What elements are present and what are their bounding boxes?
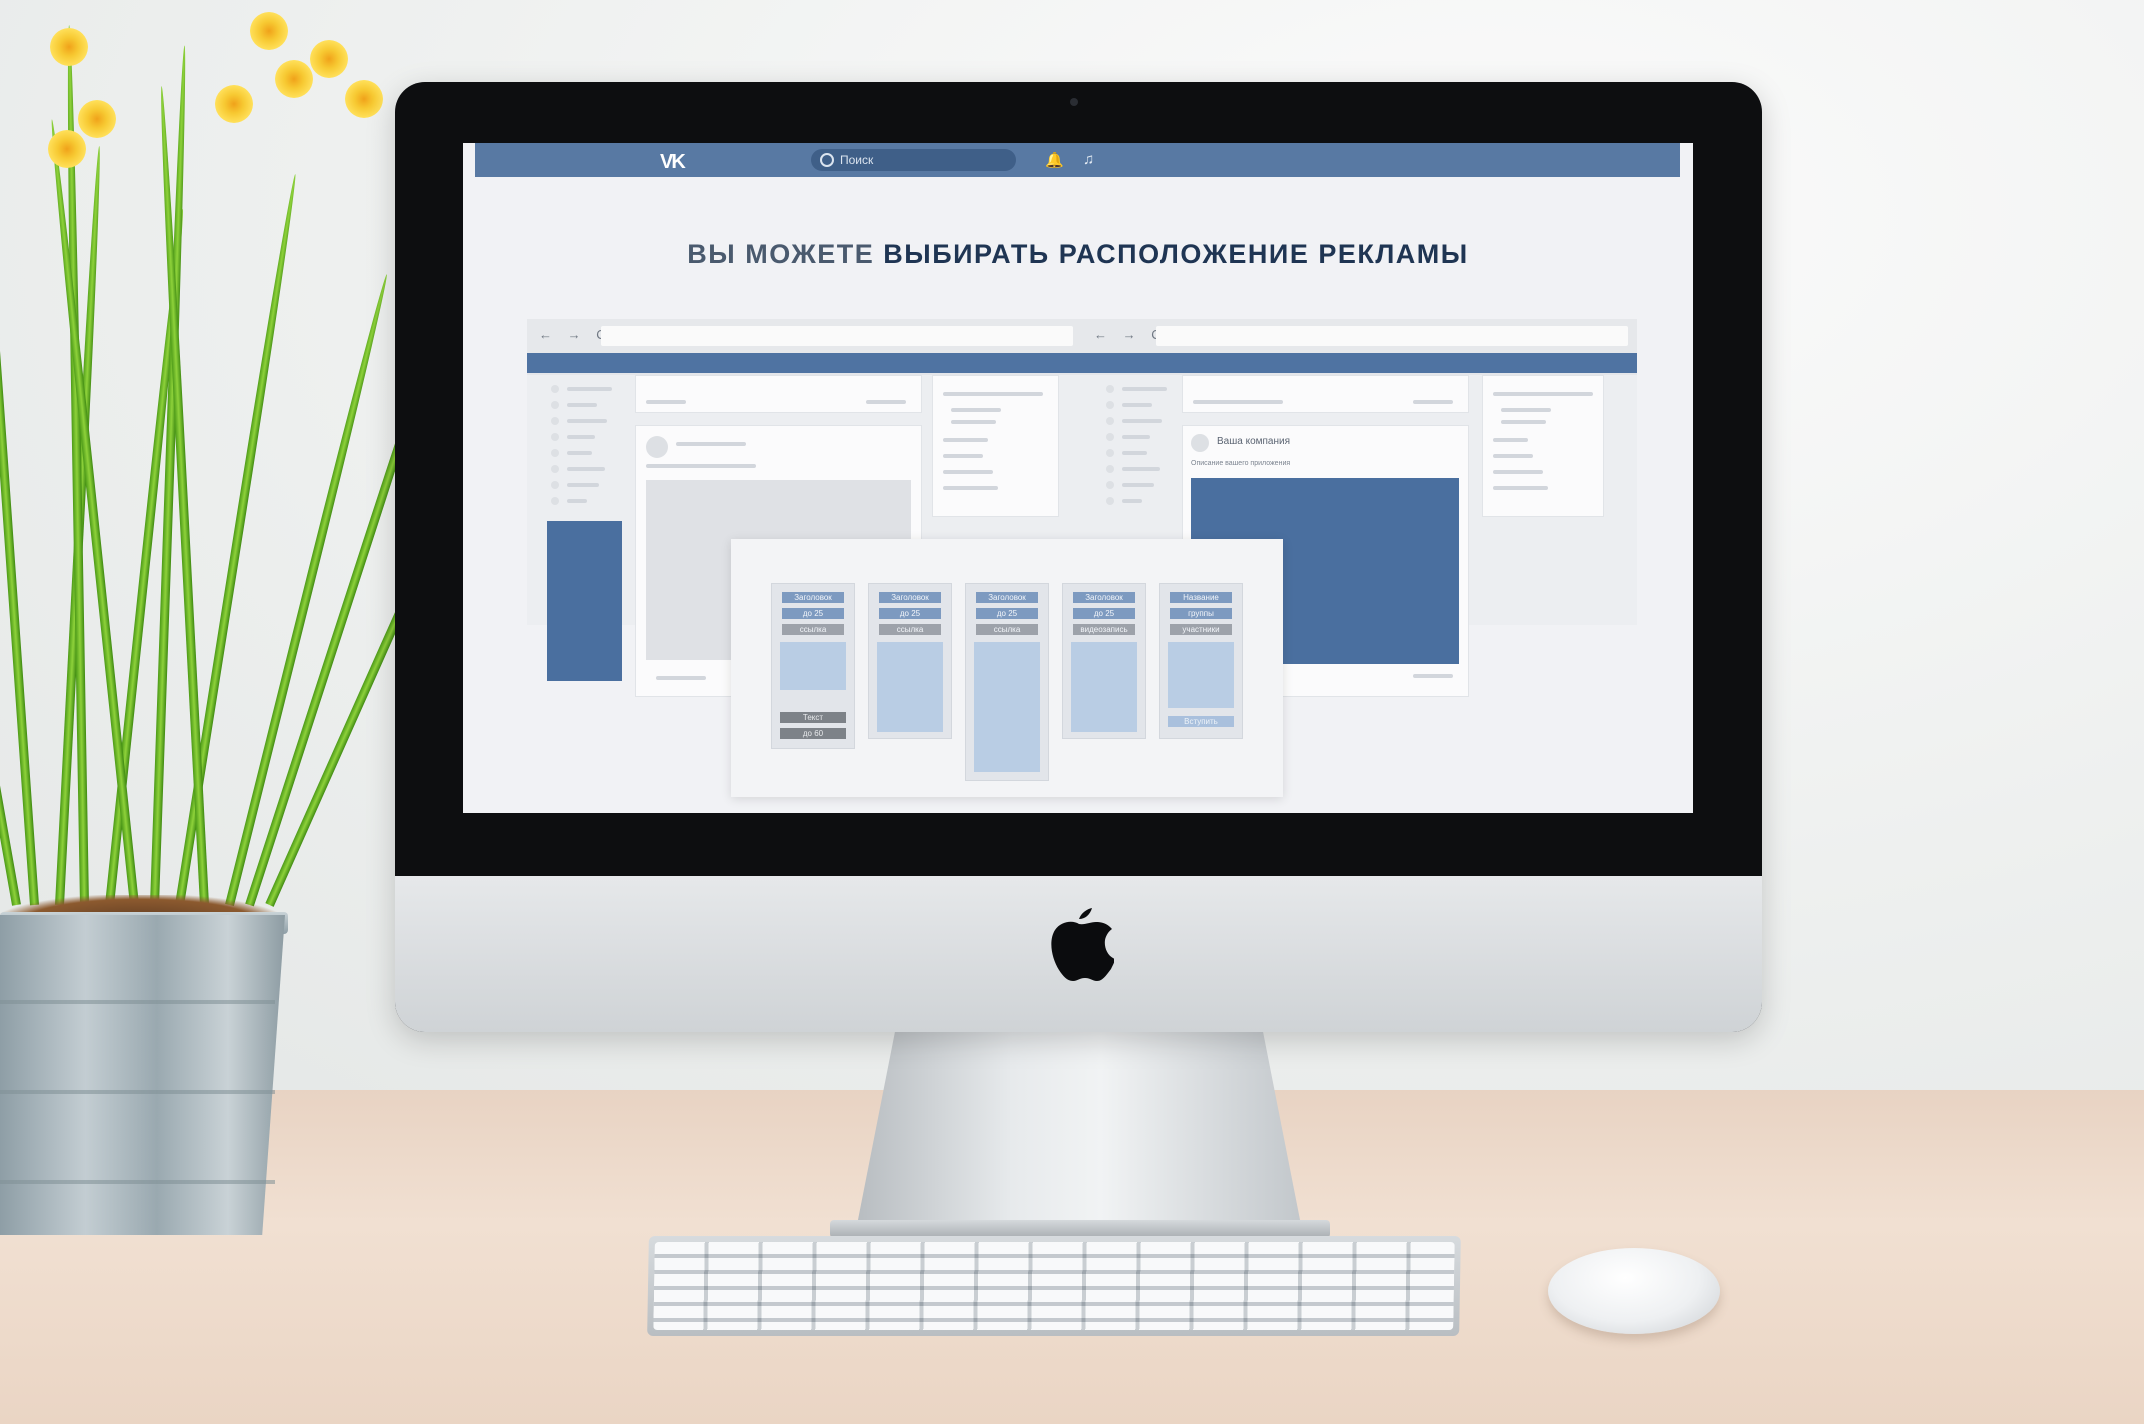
camera-icon — [1070, 98, 1078, 106]
ad-limit-tag: до 25 — [879, 608, 941, 619]
search-input[interactable]: Поиск — [811, 149, 1016, 171]
bell-icon[interactable]: 🔔 — [1045, 151, 1064, 169]
ad-title-tag: Заголовок — [879, 592, 941, 603]
ad-video-tag: видеозапись — [1073, 624, 1135, 635]
group-name-tag: Название — [1170, 592, 1232, 603]
ad-text-tag: Текст — [780, 712, 846, 723]
apple-logo-icon — [1051, 908, 1114, 981]
browser-mock-left: ← → C — [527, 319, 1082, 375]
ad-link-tag: ссылка — [879, 624, 941, 635]
image-icon — [780, 642, 846, 690]
ad-title-tag: Заголовок — [976, 592, 1038, 603]
ad-format-card[interactable]: Заголовок до 25 ссылка — [965, 583, 1049, 781]
image-icon — [974, 642, 1040, 772]
music-icon[interactable]: ♫ — [1083, 151, 1094, 168]
sidebar-ad-placement — [547, 521, 622, 681]
image-icon — [877, 642, 943, 732]
company-description: Описание вашего приложения — [1191, 460, 1291, 467]
magic-mouse — [1548, 1248, 1720, 1334]
ad-format-card[interactable]: Название группы участники Вступить — [1159, 583, 1243, 739]
group-label-tag: группы — [1170, 608, 1232, 619]
group-members-tag: участники — [1170, 624, 1232, 635]
search-icon — [820, 153, 834, 167]
address-bar — [1156, 326, 1628, 346]
ad-limit-tag: до 25 — [1073, 608, 1135, 619]
ad-text-limit-tag: до 60 — [780, 728, 846, 739]
imac-stand — [855, 1030, 1303, 1235]
search-placeholder: Поиск — [840, 153, 874, 167]
group-icon — [1168, 642, 1234, 708]
ad-formats-panel: Заголовок до 25 ссылка Текст до 60 Загол… — [731, 539, 1283, 797]
ad-format-card[interactable]: Заголовок до 25 ссылка — [868, 583, 952, 739]
ad-limit-tag: до 25 — [976, 608, 1038, 619]
ad-format-card[interactable]: Заголовок до 25 ссылка Текст до 60 — [771, 583, 855, 749]
ad-link-tag: ссылка — [782, 624, 844, 635]
film-icon — [1071, 642, 1137, 732]
join-button[interactable]: Вступить — [1168, 716, 1234, 727]
ad-limit-tag: до 25 — [782, 608, 844, 619]
ad-link-tag: ссылка — [976, 624, 1038, 635]
ad-format-card[interactable]: Заголовок до 25 видеозапись — [1062, 583, 1146, 739]
vk-header: VK Поиск 🔔 ♫ — [475, 143, 1680, 177]
metal-pot — [0, 915, 285, 1235]
screen: VK Поиск 🔔 ♫ ВЫ МОЖЕТЕ ВЫБИРАТЬ РАСПОЛОЖ… — [463, 143, 1693, 813]
browser-mock-right: ← → C — [1082, 319, 1637, 375]
company-name: Ваша компания — [1217, 436, 1291, 447]
address-bar — [601, 326, 1073, 346]
vk-logo-icon[interactable]: VK — [660, 151, 686, 174]
ad-title-tag: Заголовок — [1073, 592, 1135, 603]
page-title: ВЫ МОЖЕТЕ ВЫБИРАТЬ РАСПОЛОЖЕНИЕ РЕКЛАМЫ — [687, 239, 1469, 269]
keyboard — [647, 1236, 1461, 1336]
ad-title-tag: Заголовок — [782, 592, 844, 603]
